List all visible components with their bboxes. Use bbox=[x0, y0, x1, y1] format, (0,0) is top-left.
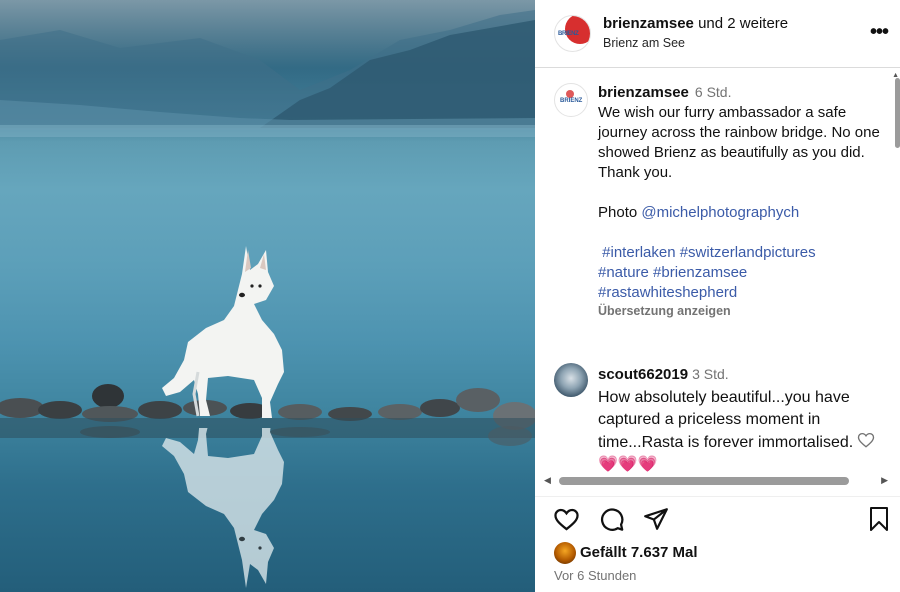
comments-section: BRIENZ brienzamsee 6 Std. We wish our fur… bbox=[535, 69, 900, 474]
heart-emoji: 💗💗💗 bbox=[598, 456, 658, 473]
hashtags-line-2[interactable]: #nature #brienzamsee bbox=[598, 263, 883, 283]
photographer-mention[interactable]: @michelphotographych bbox=[641, 204, 799, 221]
vertical-scroll-thumb[interactable] bbox=[895, 78, 900, 148]
more-options-button[interactable]: ••• bbox=[869, 21, 889, 43]
commenter-username[interactable]: scout662019 bbox=[598, 366, 688, 383]
caption-username[interactable]: brienzamsee bbox=[598, 84, 689, 101]
photo-credit-label: Photo bbox=[598, 204, 638, 221]
vertical-scrollbar[interactable]: ▲ bbox=[892, 72, 900, 152]
caption-author-avatar[interactable]: BRIENZ bbox=[554, 83, 588, 117]
coauthors-link[interactable]: und 2 weitere bbox=[698, 15, 788, 32]
post-header: BRIENZ brienzamsee und 2 weitere Brienz … bbox=[535, 0, 900, 68]
hashtags-line-3[interactable]: #rastawhiteshepherd bbox=[598, 283, 883, 303]
hashtags-line-1[interactable]: #interlaken #switzerlandpictures bbox=[598, 243, 883, 263]
post-location[interactable]: Brienz am See bbox=[603, 36, 685, 50]
dog-reflection bbox=[162, 428, 284, 588]
horizontal-scrollbar[interactable]: ◀ ▶ bbox=[535, 474, 900, 488]
like-heart-icon[interactable] bbox=[553, 506, 580, 533]
brienz-logo-small: BRIENZ bbox=[560, 98, 583, 104]
commenter-avatar[interactable] bbox=[554, 363, 588, 397]
post-photo[interactable] bbox=[0, 0, 535, 592]
comment-item: scout662019 3 Std. How absolutely beautif… bbox=[598, 363, 858, 474]
mountains-graphic bbox=[0, 10, 535, 137]
comment-like-icon[interactable] bbox=[857, 431, 875, 449]
comment-text: How absolutely beautiful...you have capt… bbox=[598, 388, 854, 451]
share-send-icon[interactable] bbox=[643, 506, 669, 532]
likes-count[interactable]: Gefällt 7.637 Mal bbox=[580, 544, 698, 561]
more-horizontal-icon: ••• bbox=[869, 21, 889, 43]
author-username[interactable]: brienzamsee bbox=[603, 15, 694, 32]
author-line: brienzamsee und 2 weitere bbox=[603, 15, 788, 32]
brienz-logo: BRIENZ bbox=[558, 31, 579, 37]
post-timestamp[interactable]: Vor 6 Stunden bbox=[554, 568, 636, 583]
comment-bubble-icon[interactable] bbox=[598, 506, 625, 533]
caption-text: We wish our furry ambassador a safe jour… bbox=[598, 104, 880, 161]
scroll-left-icon[interactable]: ◀ bbox=[544, 475, 551, 486]
bookmark-save-icon[interactable] bbox=[867, 506, 891, 532]
author-avatar[interactable]: BRIENZ bbox=[554, 15, 591, 52]
post-side-panel: BRIENZ brienzamsee und 2 weitere Brienz … bbox=[535, 0, 900, 592]
action-bar bbox=[535, 496, 900, 540]
scroll-right-icon[interactable]: ▶ bbox=[881, 475, 888, 486]
horizontal-scroll-thumb[interactable] bbox=[559, 477, 849, 485]
translate-button[interactable]: Übersetzung anzeigen bbox=[598, 303, 883, 319]
comment-time[interactable]: 3 Std. bbox=[692, 366, 729, 382]
white-dog bbox=[162, 246, 284, 418]
caption-thanks: Thank you. bbox=[598, 164, 673, 181]
liker-avatar[interactable] bbox=[554, 542, 576, 564]
caption-time[interactable]: 6 Std. bbox=[695, 84, 732, 100]
post-caption: brienzamsee 6 Std. We wish our furry amba… bbox=[598, 82, 883, 319]
